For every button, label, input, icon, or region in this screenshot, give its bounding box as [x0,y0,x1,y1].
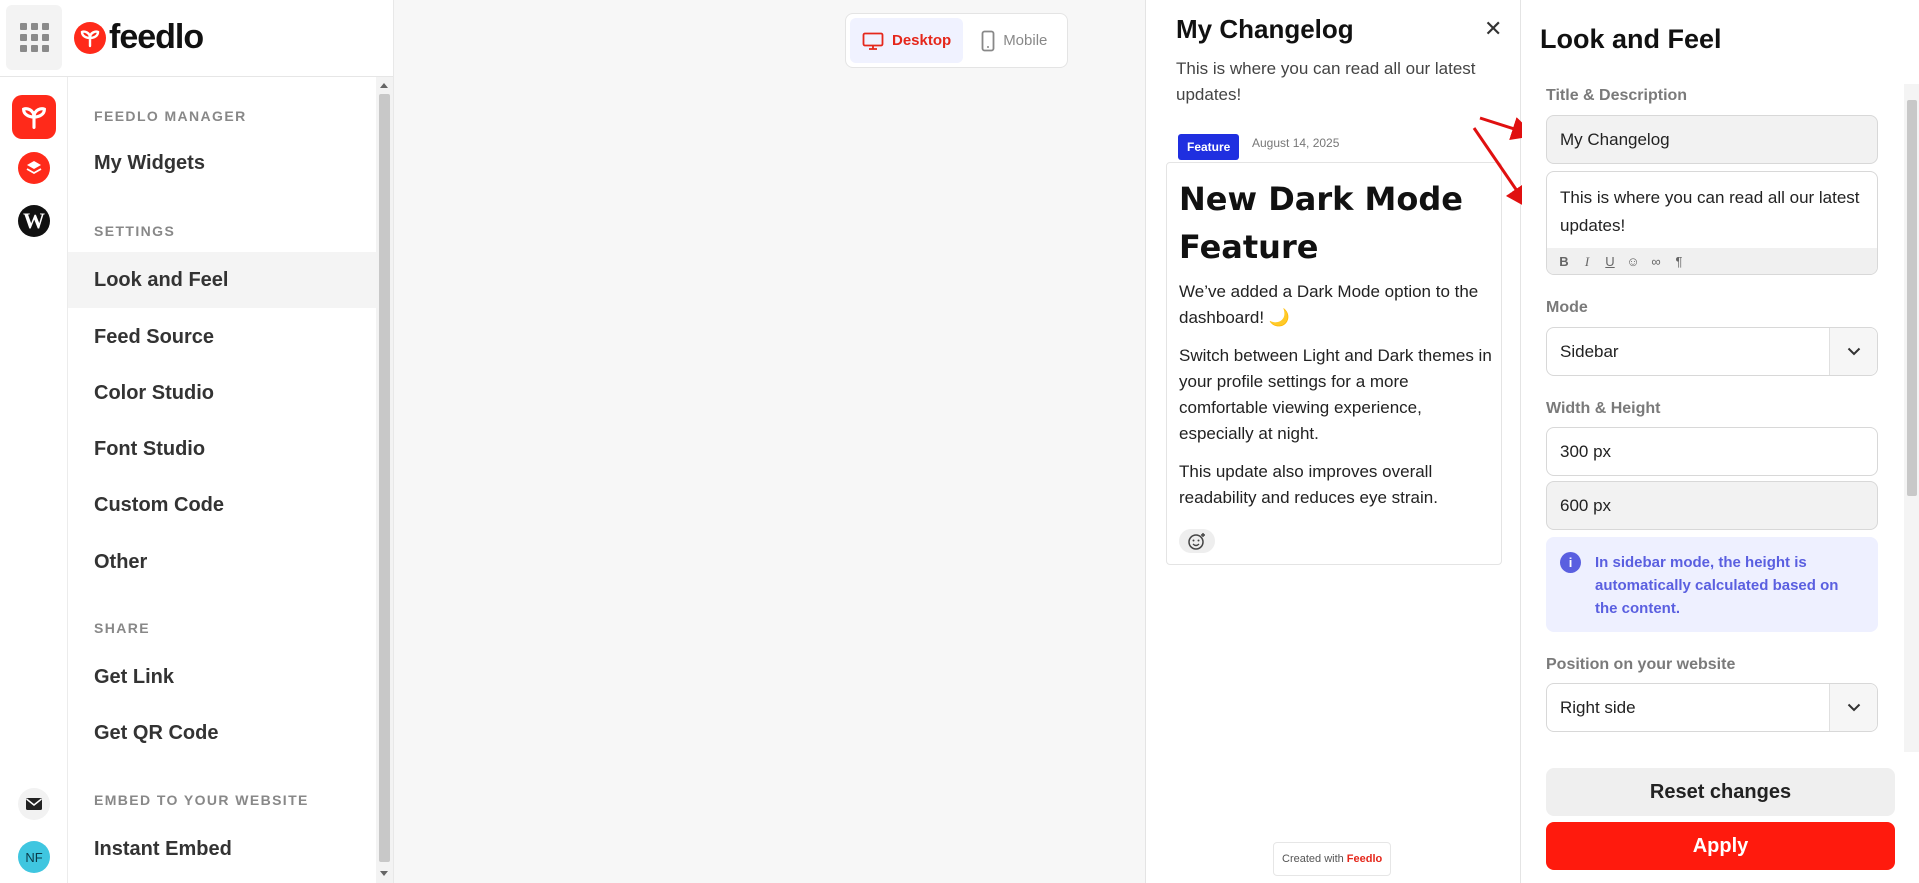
app-root: feedlo W NF FEEDLO MANAGER My Widgets SE… [0,0,1919,883]
rail-wordpress-button[interactable]: W [12,199,56,243]
created-with-label: Created with [1282,853,1344,865]
chevron-down-icon [1829,328,1877,375]
sidebar-height-info: i In sidebar mode, the height is automat… [1546,537,1878,632]
nav-item-font-studio[interactable]: Font Studio [68,421,376,477]
icon-rail: W NF [0,77,68,883]
nav-item-custom-code[interactable]: Custom Code [68,477,376,533]
rich-text-toolbar: B I U ☺ ∞ ¶ [1547,248,1877,274]
nav-scrollbar[interactable] [376,77,393,883]
feedlo-logo[interactable]: feedlo [74,18,204,57]
rail-mail-button[interactable] [12,782,56,826]
nav-scrollbar-thumb[interactable] [379,94,390,862]
add-reaction-button[interactable] [1179,529,1215,553]
close-icon[interactable]: ✕ [1484,16,1502,42]
nav-item-color-studio[interactable]: Color Studio [68,365,376,421]
position-select[interactable]: Right side [1546,683,1878,732]
settings-scrollbar[interactable] [1904,84,1919,752]
rail-feedlo-button[interactable] [12,95,56,139]
settings-nav: FEEDLO MANAGER My Widgets SETTINGS Look … [68,77,376,883]
scroll-up-arrow-icon[interactable] [380,83,388,88]
post-paragraph-1: We’ve added a Dark Mode option to the da… [1179,282,1479,327]
width-input[interactable]: 300 px [1546,427,1878,476]
nav-item-look-and-feel[interactable]: Look and Feel [68,252,376,308]
post-paragraph-3: This update also improves overall readab… [1179,462,1438,507]
mode-select-value: Sidebar [1560,341,1619,361]
nav-item-other[interactable]: Other [68,534,376,590]
nav-item-get-qr-code[interactable]: Get QR Code [68,705,376,761]
desktop-toggle-button[interactable]: Desktop [850,18,964,63]
wordpress-icon: W [18,205,50,237]
nav-section-embed: EMBED TO YOUR WEBSITE [94,792,309,808]
grid-icon [19,23,49,52]
preview-canvas [394,0,1145,883]
changelog-post-card[interactable]: New Dark Mode Feature We’ve added a Dark… [1166,162,1502,565]
post-date: August 14, 2025 [1252,136,1340,150]
info-message: In sidebar mode, the height is automatic… [1595,554,1839,617]
description-editor[interactable]: This is where you can read all our lates… [1546,171,1878,275]
widget-title: My Changelog [1176,14,1354,44]
smiley-plus-icon [1188,533,1205,550]
title-input[interactable]: My Changelog [1546,115,1878,164]
chevron-down-icon [1829,684,1877,731]
clear-format-icon[interactable]: ¶ [1672,254,1686,269]
created-with-badge[interactable]: Created with Feedlo [1273,842,1392,876]
italic-icon[interactable]: I [1580,254,1594,270]
settings-scrollbar-thumb[interactable] [1907,100,1917,496]
emoji-icon[interactable]: ☺ [1626,254,1640,269]
nav-item-feed-source[interactable]: Feed Source [68,309,376,365]
bold-icon[interactable]: B [1557,254,1571,269]
width-height-label: Width & Height [1546,400,1661,417]
underline-icon[interactable]: U [1603,254,1617,269]
widget-preview-panel: My Changelog ✕ This is where you can rea… [1145,0,1521,883]
feedlo-logo-text: feedlo [109,18,204,56]
mail-icon [18,788,50,820]
position-label: Position on your website [1546,656,1736,673]
post-category-badge: Feature [1178,134,1240,160]
phone-icon [981,30,995,51]
title-description-label: Title & Description [1546,87,1688,104]
scroll-down-arrow-icon[interactable] [380,871,388,876]
link-icon[interactable]: ∞ [1649,254,1663,269]
reset-changes-button[interactable]: Reset changes [1546,768,1895,816]
nav-item-my-widgets[interactable]: My Widgets [68,135,376,191]
panel-title: Look and Feel [1540,24,1722,54]
description-textarea[interactable]: This is where you can read all our lates… [1547,172,1877,248]
nav-section-share: SHARE [94,620,151,636]
created-with-brand: Feedlo [1346,853,1383,865]
nav-item-get-link[interactable]: Get Link [68,649,376,705]
layers-icon [18,152,50,184]
mobile-toggle-label: Mobile [1003,32,1048,49]
widget-description: This is where you can read all our lates… [1176,59,1476,104]
top-header: feedlo [0,0,393,77]
nav-section-manager: FEEDLO MANAGER [94,108,247,124]
device-toggle: Desktop Mobile [845,13,1068,68]
look-and-feel-panel: Look and Feel Title & Description My Cha… [1522,0,1919,883]
mode-label: Mode [1546,299,1588,316]
info-icon: i [1560,552,1581,573]
user-avatar[interactable]: NF [18,841,50,873]
post-title: New Dark Mode Feature [1179,180,1463,266]
position-select-value: Right side [1560,697,1636,717]
post-paragraph-2: Switch between Light and Dark themes in … [1179,346,1492,443]
mobile-toggle-button[interactable]: Mobile [969,18,1059,63]
nav-item-instant-embed[interactable]: Instant Embed [68,821,376,877]
mode-select[interactable]: Sidebar [1546,327,1878,376]
feedlo-app-icon [12,95,56,139]
nav-section-settings: SETTINGS [94,223,176,239]
apply-button[interactable]: Apply [1546,822,1895,870]
rail-layers-button[interactable] [12,146,56,190]
height-input[interactable]: 600 px [1546,481,1878,530]
apps-menu-button[interactable] [6,5,62,70]
desktop-toggle-label: Desktop [892,32,952,49]
monitor-icon [862,32,884,50]
feedlo-logo-icon [74,21,106,54]
